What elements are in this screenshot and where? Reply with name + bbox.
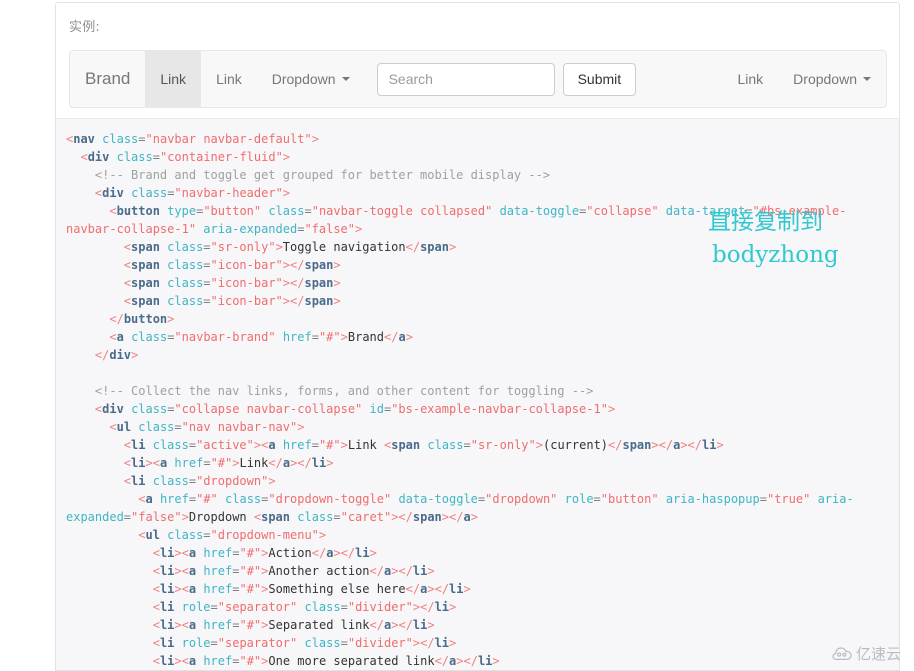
chevron-down-icon xyxy=(863,77,871,81)
chevron-down-icon xyxy=(341,77,350,81)
navbar-dropdown-left-label: Dropdown xyxy=(271,71,336,87)
search-input[interactable] xyxy=(376,62,555,96)
code-content: <nav class="navbar navbar-default"> <div… xyxy=(66,132,854,668)
navbar-search-form: Submit xyxy=(376,51,637,107)
navbar-link-1[interactable]: Link xyxy=(145,51,202,107)
code-block: <nav class="navbar navbar-default"> <div… xyxy=(55,119,900,671)
example-label: 实例: xyxy=(69,20,100,35)
navbar-link-3[interactable]: Link xyxy=(722,51,778,107)
example-preview-card: 实例: Brand Link Link Dropdown Submit Link xyxy=(55,2,900,119)
navbar-dropdown-left[interactable]: Dropdown xyxy=(257,51,365,107)
submit-button[interactable]: Submit xyxy=(562,62,637,96)
navbar-dropdown-right[interactable]: Dropdown xyxy=(778,51,886,107)
navbar-demo: Brand Link Link Dropdown Submit Link xyxy=(69,50,887,108)
navbar-link-1-label: Link xyxy=(160,71,187,87)
navbar-link-2[interactable]: Link xyxy=(201,51,257,107)
page-root: 实例: Brand Link Link Dropdown Submit Link xyxy=(0,0,914,671)
site-brand-badge: 亿速云 xyxy=(832,643,901,664)
cloud-icon xyxy=(832,646,852,660)
navbar-right-group: Link Dropdown xyxy=(722,51,886,107)
site-brand-label: 亿速云 xyxy=(855,645,901,663)
navbar-dropdown-right-label: Dropdown xyxy=(793,71,857,87)
navbar-link-2-label: Link xyxy=(216,71,242,87)
navbar-brand-link[interactable]: Brand xyxy=(70,51,145,107)
navbar-link-3-label: Link xyxy=(737,71,764,87)
